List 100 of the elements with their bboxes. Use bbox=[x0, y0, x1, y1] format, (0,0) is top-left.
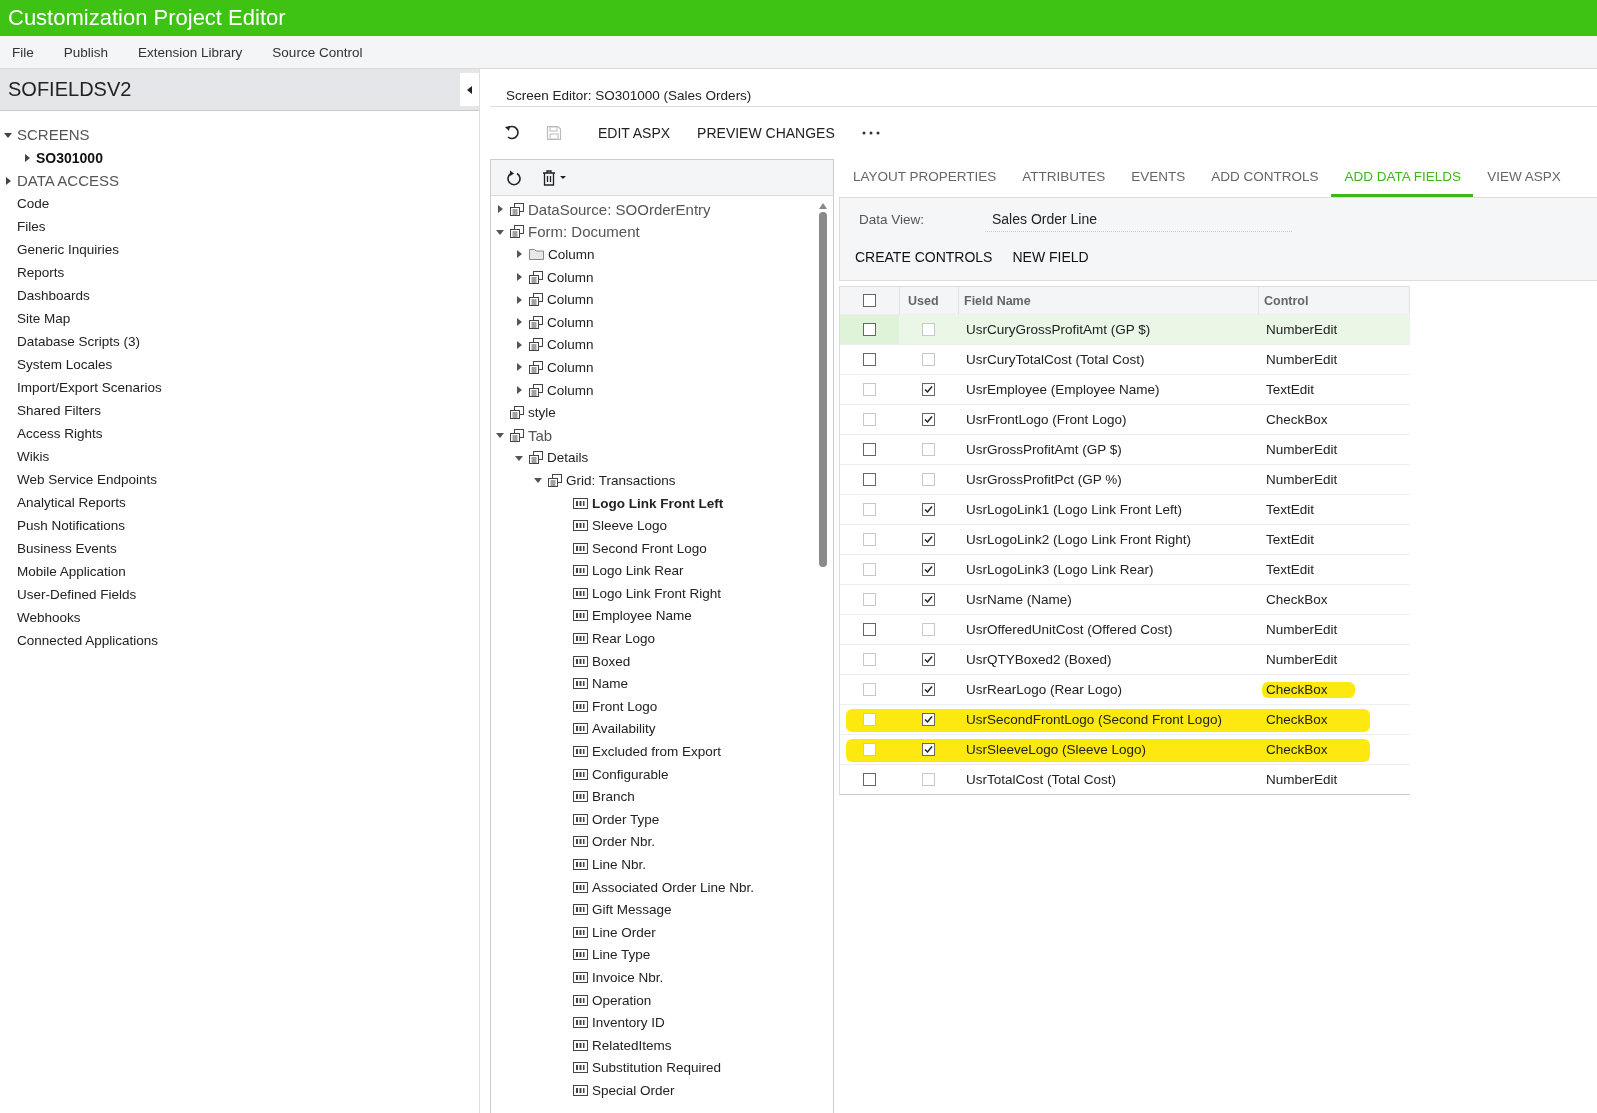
caret-down-icon[interactable] bbox=[4, 130, 12, 139]
delete-button[interactable] bbox=[542, 169, 566, 186]
sidebar-item[interactable]: Web Service Endpoints bbox=[17, 472, 158, 487]
checkbox[interactable] bbox=[863, 383, 876, 396]
tree-node[interactable]: Branch bbox=[592, 789, 635, 805]
tree-node[interactable]: Order Nbr. bbox=[592, 834, 656, 850]
grid-row[interactable]: UsrEmployee (Employee Name) TextEdit bbox=[840, 374, 1410, 404]
toolbar-button[interactable]: EDIT ASPX bbox=[586, 125, 683, 141]
tree-node[interactable]: Column bbox=[547, 359, 594, 375]
tree-node[interactable]: Column bbox=[547, 292, 594, 308]
tab[interactable]: ADD CONTROLS bbox=[1197, 159, 1331, 197]
tree-node[interactable]: Front Logo bbox=[592, 698, 658, 714]
tree-node[interactable]: Sleeve Logo bbox=[592, 518, 668, 534]
checkbox[interactable] bbox=[863, 593, 876, 606]
sidebar-item[interactable]: Push Notifications bbox=[17, 518, 126, 533]
sidebar-item[interactable]: DATA ACCESS bbox=[17, 172, 119, 189]
more-icon[interactable] bbox=[861, 131, 880, 135]
tree-node[interactable]: Form: Document bbox=[528, 223, 640, 241]
tree-node[interactable]: Logo Link Rear bbox=[592, 563, 684, 579]
tree-node[interactable]: Column bbox=[547, 269, 594, 285]
grid-row[interactable]: UsrSecondFrontLogo (Second Front Logo) CheckBox bbox=[840, 704, 1410, 734]
tab[interactable]: LAYOUT PROPERTIES bbox=[839, 159, 1009, 197]
sidebar-item[interactable]: Files bbox=[17, 219, 46, 234]
sidebar-item[interactable]: System Locales bbox=[17, 357, 113, 372]
tree-node[interactable]: Column bbox=[547, 382, 594, 398]
tree-node[interactable]: Details bbox=[547, 450, 589, 466]
grid-row[interactable]: UsrSleeveLogo (Sleeve Logo) CheckBox bbox=[840, 734, 1410, 764]
grid-row[interactable]: UsrGrossProfitPct (GP %) NumberEdit bbox=[840, 464, 1410, 494]
tab[interactable]: ATTRIBUTES bbox=[1008, 159, 1118, 197]
menu-item[interactable]: Source Control bbox=[272, 44, 363, 60]
sidebar-item[interactable]: Webhooks bbox=[17, 610, 81, 625]
grid-row[interactable]: UsrOfferedUnitCost (Offered Cost) NumberEdit bbox=[840, 614, 1410, 644]
caret-down-icon[interactable] bbox=[515, 453, 523, 462]
tree-node[interactable]: Tab bbox=[528, 426, 553, 444]
tree-node[interactable]: Column bbox=[547, 314, 594, 330]
sidebar-item[interactable]: Site Map bbox=[17, 311, 71, 326]
caret-right-icon[interactable] bbox=[515, 340, 523, 349]
menu-item[interactable]: File bbox=[12, 44, 34, 60]
tree-node[interactable]: Configurable bbox=[592, 766, 669, 782]
collapse-button[interactable] bbox=[460, 73, 479, 106]
menu-item[interactable]: Publish bbox=[63, 44, 109, 60]
tree-node[interactable]: Inventory ID bbox=[592, 1015, 665, 1031]
caret-right-icon[interactable] bbox=[515, 363, 523, 372]
tree-node[interactable]: Availability bbox=[592, 721, 656, 737]
undo-icon[interactable] bbox=[504, 125, 522, 141]
data-view-field[interactable]: Sales Order Line bbox=[985, 206, 1292, 232]
tree-node[interactable]: Name bbox=[592, 676, 628, 692]
scroll-thumb[interactable] bbox=[819, 212, 827, 567]
checkbox[interactable] bbox=[863, 473, 876, 486]
sidebar-item[interactable]: Shared Filters bbox=[17, 403, 102, 418]
tree-node[interactable]: style bbox=[528, 405, 556, 421]
menu-item[interactable]: Extension Library bbox=[138, 44, 243, 60]
tab[interactable]: EVENTS bbox=[1117, 159, 1198, 197]
toolbar-button[interactable]: PREVIEW CHANGES bbox=[685, 125, 847, 141]
grid-row[interactable]: UsrRearLogo (Rear Logo) CheckBox bbox=[840, 674, 1410, 704]
caret-down-icon[interactable] bbox=[496, 227, 504, 236]
tree-node[interactable]: Logo Link Front Right bbox=[592, 585, 722, 601]
sidebar-item[interactable]: Connected Applications bbox=[17, 633, 159, 648]
grid-row[interactable]: UsrCuryGrossProfitAmt (GP $) NumberEdit bbox=[840, 314, 1410, 344]
checkbox[interactable] bbox=[863, 503, 876, 516]
checkbox[interactable] bbox=[863, 563, 876, 576]
tree-node[interactable]: Substitution Required bbox=[592, 1060, 722, 1076]
sidebar-item[interactable]: Dashboards bbox=[17, 288, 90, 303]
caret-down-icon[interactable] bbox=[534, 476, 542, 485]
tree-node[interactable]: Boxed bbox=[592, 653, 631, 669]
sidebar-item[interactable]: Generic Inquiries bbox=[17, 242, 120, 257]
grid-row[interactable]: UsrFrontLogo (Front Logo) CheckBox bbox=[840, 404, 1410, 434]
grid-row[interactable]: UsrName (Name) CheckBox bbox=[840, 584, 1410, 614]
caret-right-icon[interactable] bbox=[515, 386, 523, 395]
sidebar-item[interactable]: Analytical Reports bbox=[17, 495, 126, 510]
select-all-checkbox[interactable] bbox=[863, 294, 876, 307]
refresh-icon[interactable] bbox=[506, 169, 522, 186]
tree-node[interactable]: Order Type bbox=[592, 811, 660, 827]
action-button[interactable]: CREATE CONTROLS bbox=[847, 247, 1001, 267]
caret-right-icon[interactable] bbox=[4, 176, 12, 185]
sidebar-item[interactable]: Access Rights bbox=[17, 426, 103, 441]
grid-row[interactable]: UsrQTYBoxed2 (Boxed) NumberEdit bbox=[840, 644, 1410, 674]
grid-row[interactable]: UsrLogoLink2 (Logo Link Front Right) TextEdit bbox=[840, 524, 1410, 554]
checkbox[interactable] bbox=[863, 353, 876, 366]
sidebar-item[interactable]: SCREENS bbox=[17, 126, 90, 143]
tree-node[interactable]: Line Nbr. bbox=[592, 857, 647, 872]
tree-node[interactable]: DataSource: SOOrderEntry bbox=[528, 200, 711, 218]
scroll-up-icon[interactable] bbox=[818, 202, 828, 210]
checkbox[interactable] bbox=[863, 743, 876, 756]
grid-row[interactable]: UsrTotalCost (Total Cost) NumberEdit bbox=[840, 764, 1410, 794]
caret-right-icon[interactable] bbox=[515, 318, 523, 327]
tree-node[interactable]: Grid: Transactions bbox=[566, 472, 676, 488]
caret-right-icon[interactable] bbox=[515, 273, 523, 282]
tree-node[interactable]: Special Order bbox=[592, 1082, 675, 1098]
sidebar-item[interactable]: Mobile Application bbox=[17, 564, 126, 579]
tree-node[interactable]: Excluded from Export bbox=[592, 744, 722, 760]
checkbox[interactable] bbox=[863, 623, 876, 636]
tree-node[interactable]: Invoice Nbr. bbox=[592, 970, 664, 985]
sidebar-item[interactable]: Reports bbox=[17, 265, 65, 280]
tree-node[interactable]: Employee Name bbox=[592, 608, 692, 624]
tree-node[interactable]: Rear Logo bbox=[592, 631, 656, 647]
tree-node[interactable]: Operation bbox=[592, 992, 652, 1008]
sidebar-item[interactable]: Code bbox=[17, 196, 50, 211]
tree-node[interactable]: Associated Order Line Nbr. bbox=[592, 879, 755, 895]
checkbox[interactable] bbox=[863, 653, 876, 666]
